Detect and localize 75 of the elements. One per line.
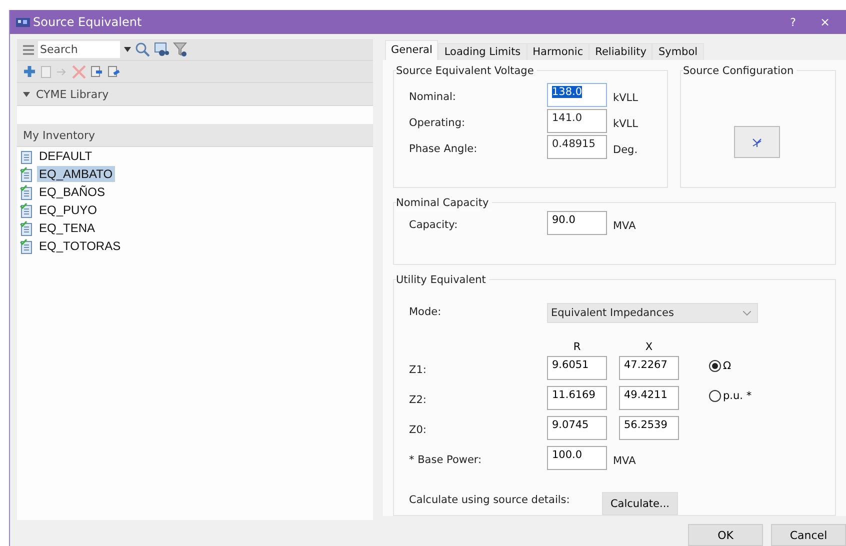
- checked-document-icon: [20, 184, 33, 200]
- input-field[interactable]: 100.0: [547, 446, 607, 470]
- field-label: Calculate using source details:: [409, 493, 571, 506]
- field-label: Nominal:: [409, 90, 457, 103]
- help-button[interactable]: ?: [779, 16, 807, 28]
- group-title: Source Configuration: [683, 65, 797, 77]
- inventory-item[interactable]: EQ_AMBATO: [37, 166, 115, 182]
- caret-down-icon: [23, 90, 30, 98]
- checked-document-icon: [20, 202, 33, 218]
- unit-label: MVA: [612, 219, 637, 232]
- unit-radio[interactable]: p.u. *: [679, 386, 835, 402]
- import-icon[interactable]: [90, 65, 103, 78]
- app-logo-icon: [16, 16, 30, 28]
- field-label: Z1:: [409, 363, 428, 376]
- field-label: * Base Power:: [409, 453, 483, 466]
- checked-document-icon: [20, 166, 33, 182]
- ok-button[interactable]: OK: [688, 524, 763, 546]
- filter-icon[interactable]: [173, 42, 188, 57]
- input-field[interactable]: 49.4211: [619, 386, 679, 410]
- input-field[interactable]: 138.0: [547, 83, 607, 107]
- chevron-down-icon: [743, 310, 751, 316]
- tab[interactable]: Symbol: [652, 43, 704, 60]
- unit-label: Deg.: [612, 143, 639, 156]
- field-label: Z0:: [409, 423, 428, 436]
- column-header: X: [644, 341, 654, 355]
- unit-label: kVLL: [612, 91, 639, 104]
- unit-label: kVLL: [612, 117, 639, 130]
- inventory-item[interactable]: EQ_PUYO: [37, 202, 100, 218]
- input-field[interactable]: 141.0: [547, 109, 607, 133]
- menu-icon[interactable]: [23, 44, 34, 54]
- dropdown-icon[interactable]: [124, 47, 131, 52]
- tab[interactable]: Loading Limits: [438, 43, 527, 60]
- checked-document-icon: [20, 220, 33, 236]
- group-title: Source Equivalent Voltage: [396, 65, 537, 77]
- input-field[interactable]: 9.6051: [547, 356, 607, 380]
- input-field[interactable]: 0.48915: [547, 135, 607, 159]
- inventory-item[interactable]: DEFAULT: [37, 148, 94, 164]
- window-title: Source Equivalent: [33, 15, 143, 29]
- radio-button[interactable]: [709, 390, 721, 402]
- column-header: R: [572, 341, 582, 355]
- tab[interactable]: Reliability: [589, 43, 652, 60]
- field-label: Mode:: [409, 305, 442, 318]
- field-label: Operating:: [409, 116, 466, 129]
- mode-dropdown[interactable]: Equivalent Impedances: [547, 303, 758, 323]
- cancel-button[interactable]: Cancel: [771, 524, 846, 546]
- document-icon: [20, 148, 33, 164]
- unit-label: MVA: [612, 454, 637, 467]
- input-field[interactable]: 56.2539: [619, 416, 679, 440]
- tab[interactable]: Harmonic: [526, 43, 590, 60]
- inventory-item[interactable]: EQ_TOTORAS: [37, 238, 123, 254]
- export-icon[interactable]: [107, 65, 120, 78]
- unit-option-label: Ω: [723, 360, 732, 372]
- inventory-item[interactable]: EQ_TENA: [37, 220, 98, 236]
- input-field[interactable]: 9.0745: [547, 416, 607, 440]
- checked-document-icon: [20, 238, 33, 254]
- section-header[interactable]: My Inventory: [17, 124, 373, 147]
- field-label: Capacity:: [409, 218, 459, 231]
- input-field[interactable]: 47.2267: [619, 356, 679, 380]
- calculate-button[interactable]: Calculate...: [602, 492, 678, 515]
- field-label: Phase Angle:: [409, 142, 478, 155]
- section-header[interactable]: CYME Library: [17, 83, 373, 106]
- source-symbol-icon: [752, 138, 762, 146]
- unit-radio[interactable]: Ω: [679, 356, 835, 372]
- tab[interactable]: General: [385, 40, 438, 60]
- group-title: Nominal Capacity: [396, 197, 492, 209]
- radio-button[interactable]: [709, 360, 721, 372]
- field-label: Z2:: [409, 393, 428, 406]
- group-title: Utility Equivalent: [396, 274, 489, 286]
- close-button[interactable]: ×: [810, 15, 840, 29]
- unit-option-label: p.u. *: [723, 390, 752, 402]
- input-field[interactable]: 90.0: [547, 211, 607, 235]
- search-field[interactable]: Search: [38, 41, 120, 58]
- input-field[interactable]: 11.6169: [547, 386, 607, 410]
- inventory-item[interactable]: EQ_BAÑOS: [37, 184, 108, 200]
- add-icon[interactable]: [23, 65, 36, 78]
